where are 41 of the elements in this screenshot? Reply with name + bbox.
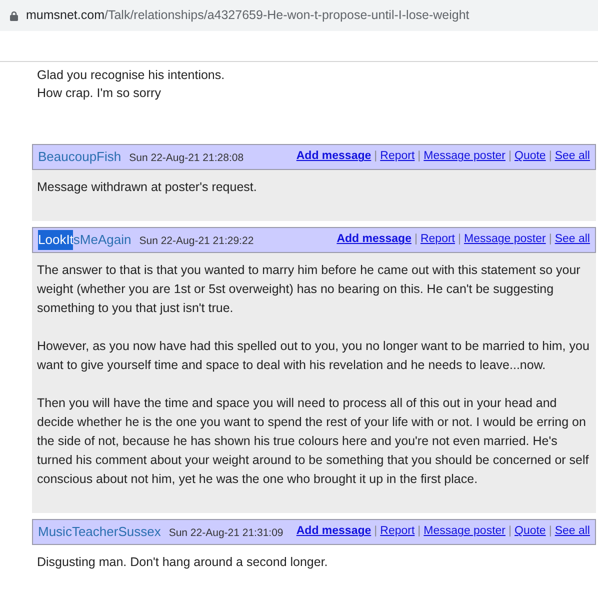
post-link[interactable]: See all [554, 148, 590, 166]
link-separator: | [508, 149, 512, 164]
username[interactable]: BeaucoupFish [38, 147, 122, 167]
message-text: However, as you now have had this spelled out to you, you no longer want to be married to him, you want to give yourself time and space to deal with his revelation and he needs to leave...now. [37, 338, 590, 374]
post-link[interactable]: Add message [296, 523, 372, 541]
post-link[interactable]: See all [554, 231, 590, 249]
address-bar[interactable]: mumsnet.com/Talk/relationships/a4327659-He-won-t-propose-until-I-lose-weight [0, 0, 598, 31]
post-link[interactable]: Quote [514, 148, 546, 166]
post-date: Sun 22-Aug-21 21:29:22 [139, 234, 254, 250]
post-link[interactable]: Report [380, 523, 415, 541]
link-separator: | [508, 524, 512, 540]
post-link[interactable]: Quote [514, 523, 546, 541]
message-text: Then you will have the time and space you will need to process all of this out in your head and decide whether he is the one you want to spend the rest of your life with or not. I would be erring on the side of not, because he has shown his true colours here and you're not even married. He's turned his comment about your weight around to be something that you should be concerned or self conscious about not him, yet he was the one who brought it up in the first place. [37, 395, 590, 488]
username[interactable]: MusicTeacherSussex [38, 522, 161, 542]
link-separator: | [458, 232, 461, 248]
post-link[interactable]: Message poster [464, 231, 546, 249]
message-text: Glad you recognise his intentions. [37, 67, 226, 84]
post-link[interactable]: Add message [296, 148, 372, 166]
message-text: Disgusting man. Don't hang around a second longer. [37, 554, 329, 571]
post-link[interactable]: See all [554, 523, 590, 541]
link-separator: | [548, 524, 552, 540]
post-link[interactable]: Report [380, 148, 415, 166]
message-text: The answer to that is that you wanted to marry him before he came out with this statement so your weight (whether you are 1st or 5st overweight) has no bearing on this. He can't be suggesting something to you that just isn't true. [37, 262, 582, 317]
post-link[interactable]: Message poster [424, 148, 506, 166]
message-text: How crap. I'm so sorry [37, 85, 162, 102]
link-separator: | [418, 524, 421, 540]
link-separator: | [374, 149, 378, 164]
link-separator: | [548, 149, 552, 164]
link-separator: | [374, 524, 378, 540]
username[interactable]: sMeAgain [73, 230, 132, 250]
lock-icon [10, 10, 18, 20]
post-link[interactable]: Report [420, 231, 455, 249]
post-link[interactable]: Message poster [424, 523, 506, 541]
url-text: mumsnet.com/Talk/relationships/a4327659-He-won-t-propose-until-I-lose-weight [26, 7, 470, 24]
link-separator: | [548, 232, 552, 248]
link-separator: | [418, 149, 421, 164]
message-text: Message withdrawn at poster's request. [37, 179, 258, 196]
post-link[interactable]: Add message [336, 231, 412, 249]
post-date: Sun 22-Aug-21 21:31:09 [168, 526, 284, 542]
link-separator: | [414, 232, 418, 248]
post-date: Sun 22-Aug-21 21:28:08 [129, 151, 244, 166]
